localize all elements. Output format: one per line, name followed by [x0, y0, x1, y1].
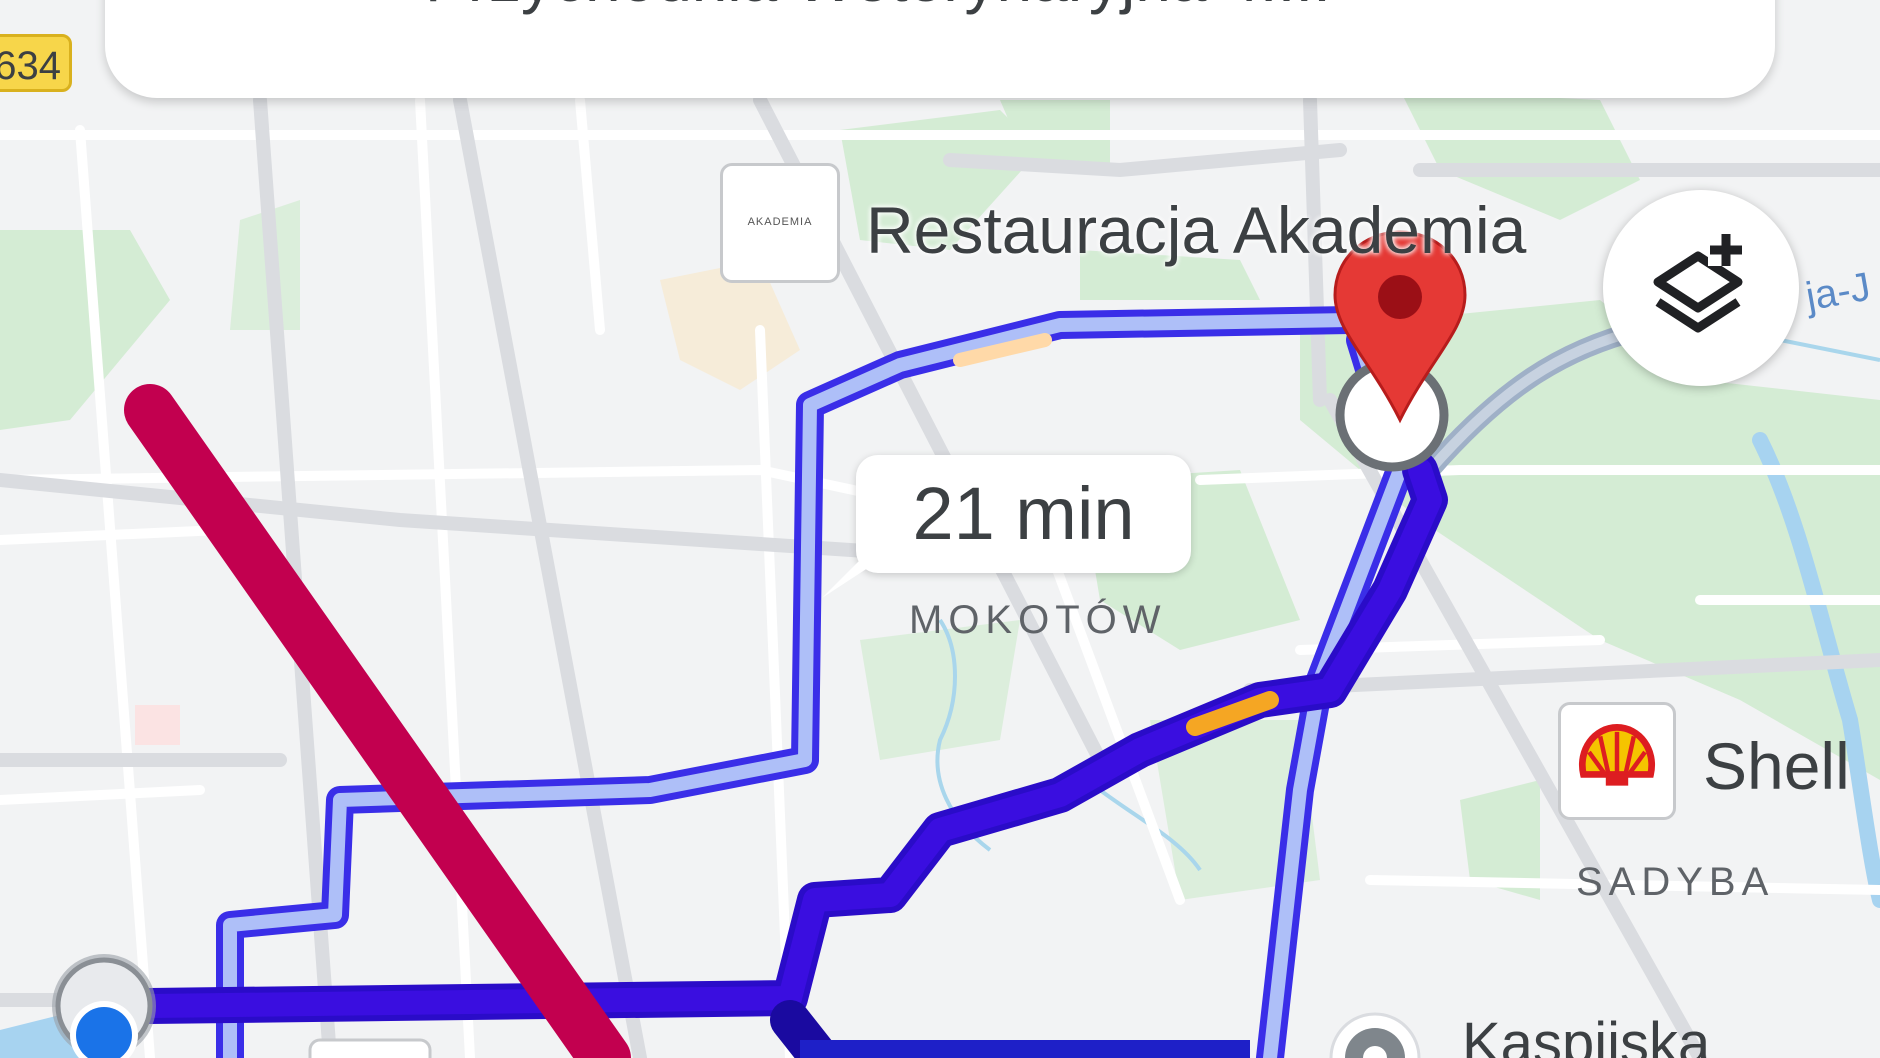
restaurant-label[interactable]: Restauracja Akademia — [866, 192, 1526, 268]
map-screen: Przychodnia Weterynaryjna 4.... 634 AKAD… — [0, 0, 1880, 1058]
route-duration-text: 21 min — [912, 472, 1135, 555]
building — [135, 705, 180, 745]
route-duration-bubble[interactable]: 21 min — [856, 455, 1191, 573]
road-number-badge: 634 — [0, 34, 72, 92]
shell-label[interactable]: Shell — [1703, 728, 1850, 804]
street-label-kaspijska: Kaspijska — [1462, 1011, 1711, 1058]
bubble-tail — [822, 560, 880, 598]
bottom-poi[interactable] — [308, 1038, 432, 1058]
restaurant-poi-icon[interactable]: AKADEMIA — [720, 163, 840, 283]
restaurant-logo: AKADEMIA — [747, 216, 813, 228]
search-destination-text[interactable]: Przychodnia Weterynaryjna 4.... — [425, 0, 1331, 16]
district-label-mokotow: MOKOTÓW — [909, 598, 1167, 642]
shell-poi-icon[interactable] — [1558, 702, 1676, 820]
layers-add-icon — [1653, 230, 1744, 333]
district-label-sadyba: SADYBA — [1576, 860, 1775, 904]
search-bar[interactable]: Przychodnia Weterynaryjna 4.... — [105, 0, 1775, 98]
shell-logo-icon — [1578, 724, 1656, 786]
origin-marker[interactable] — [52, 954, 156, 1058]
layers-button[interactable] — [1603, 190, 1799, 386]
